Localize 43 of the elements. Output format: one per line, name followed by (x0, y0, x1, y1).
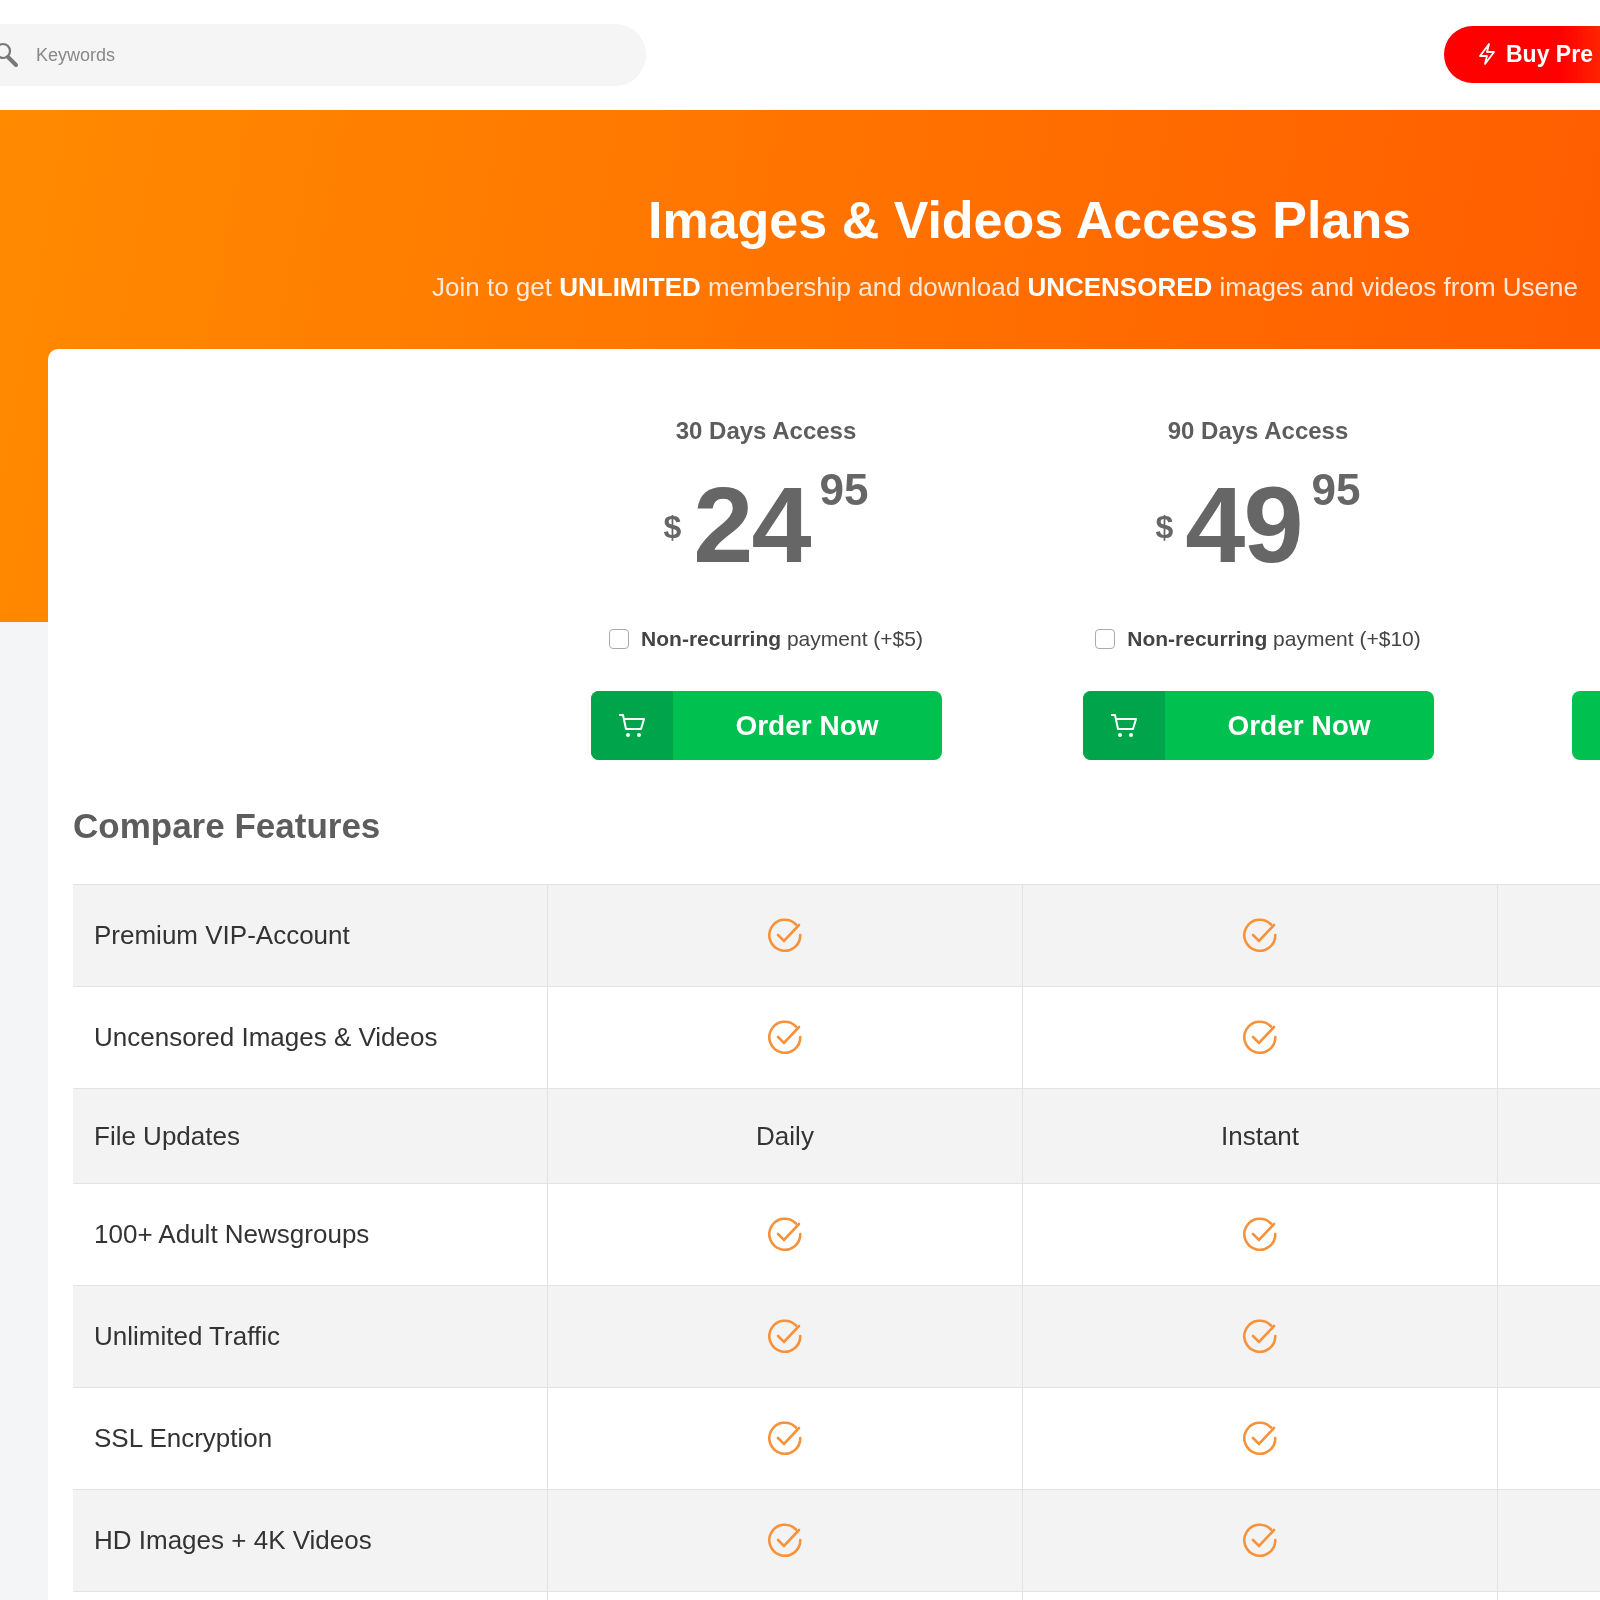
checkbox[interactable] (609, 629, 630, 649)
price-cents: 95 (819, 465, 869, 515)
feature-name: File Updates (73, 1089, 548, 1183)
plan-title: 90 Days Access (1167, 417, 1349, 445)
search-icon (0, 41, 20, 69)
feature-name: Uncensored Images & Videos (73, 987, 548, 1088)
feature-name: Unlimited Traffic (73, 1286, 548, 1387)
order-button[interactable]: Order Now (590, 691, 942, 760)
feature-name: 100+ Adult Newsgroups (73, 1184, 548, 1285)
lightning-icon (1478, 43, 1496, 65)
page-title: Images & Videos Access Plans (647, 190, 1413, 250)
table-cell: Daily (756, 1120, 814, 1152)
checkbox[interactable] (1095, 629, 1116, 649)
check-circle-icon (766, 1521, 804, 1560)
check-circle-icon (766, 916, 804, 955)
buy-premium-button[interactable]: Buy Pre (1444, 25, 1600, 83)
plan-title: 30 Days Access (675, 417, 857, 445)
table-cell: Instant (1220, 1120, 1300, 1152)
cart-icon (617, 712, 646, 739)
check-circle-icon (1241, 916, 1279, 955)
check-circle-icon (1241, 1215, 1279, 1254)
feature-name: HD Images + 4K Videos (73, 1490, 548, 1591)
option-label: Non-recurring payment (+$5) (641, 627, 923, 651)
price-cents: 95 (1311, 465, 1361, 515)
check-circle-icon (766, 1018, 804, 1057)
check-circle-icon (1241, 1018, 1279, 1057)
currency-symbol: $ (1155, 509, 1174, 546)
hero-subtitle: Join to get UNLIMITED membership and download UNCENSORED images and videos from Usene (432, 272, 1579, 303)
check-circle-icon (1241, 1419, 1279, 1458)
feature-name: Premium VIP-Account (73, 885, 548, 986)
feature-name: SSL Encryption (73, 1388, 548, 1489)
check-circle-icon (1241, 1317, 1279, 1356)
check-circle-icon (766, 1317, 804, 1356)
price-amount: 24 (693, 471, 810, 579)
check-circle-icon (766, 1215, 804, 1254)
option-label: Non-recurring payment (+$10) (1127, 627, 1421, 651)
currency-symbol: $ (663, 509, 682, 546)
price-amount: 49 (1185, 471, 1302, 579)
check-circle-icon (766, 1419, 804, 1458)
section-heading: Compare Features (73, 806, 382, 846)
order-button[interactable]: Order Now (1082, 691, 1434, 760)
cart-icon (1109, 712, 1138, 739)
check-circle-icon (1241, 1521, 1279, 1560)
